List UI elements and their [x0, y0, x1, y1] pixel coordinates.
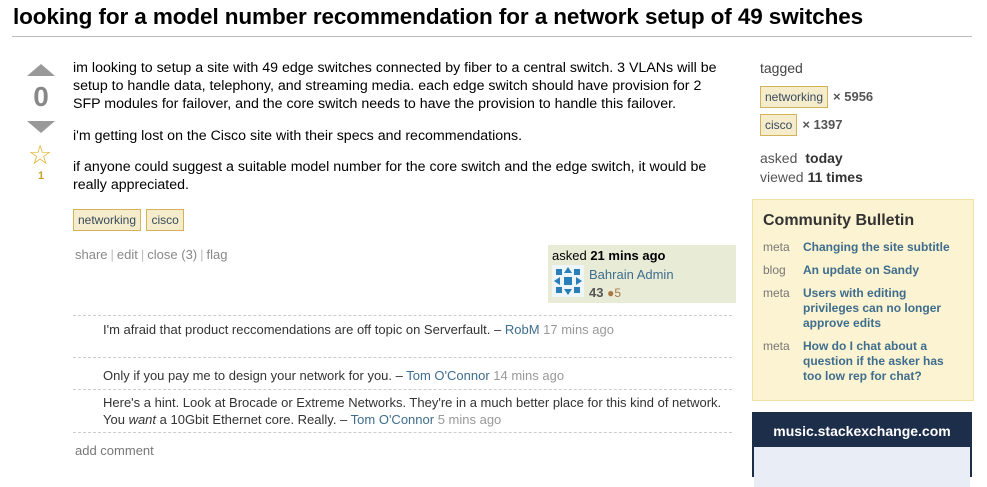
stat-viewed: viewed 11 times — [760, 169, 863, 185]
edit-link[interactable]: edit — [117, 247, 138, 262]
comment: I'm afraid that product reccomendations … — [103, 321, 733, 338]
vote-down-icon[interactable] — [27, 121, 55, 133]
stat-asked-value: today — [805, 150, 843, 166]
question-body-paragraph: im looking to setup a site with 49 edge … — [73, 60, 717, 112]
bulletin-item-link[interactable]: Users with editing privileges can no lon… — [803, 286, 963, 331]
post-tags: networking cisco — [73, 209, 185, 231]
tag-cisco[interactable]: cisco — [146, 209, 184, 231]
comment-text: Only if you pay me to design your networ… — [103, 368, 407, 383]
comment-time: 14 mins ago — [489, 368, 565, 383]
comment-divider — [73, 432, 732, 433]
avatar[interactable] — [552, 265, 584, 297]
sidebar-tag-row: cisco × 1397 — [760, 114, 842, 136]
close-link[interactable]: close (3) — [147, 247, 197, 262]
share-link[interactable]: share — [75, 247, 108, 262]
site-ad[interactable]: music.stackexchange.com — [752, 412, 972, 487]
sidebar-tag-cisco[interactable]: cisco — [760, 114, 798, 136]
question-body-paragraph: i'm getting lost on the Cisco site with … — [73, 128, 523, 144]
tagged-label: tagged — [760, 60, 803, 76]
post-menu: share | edit | close (3) | flag — [75, 247, 228, 262]
vote-up-icon[interactable] — [27, 64, 55, 76]
bulletin-item-kind: meta — [763, 286, 790, 300]
comment: Here's a hint. Look at Brocade or Extrem… — [103, 394, 733, 428]
favorite-star-icon[interactable]: ☆ — [28, 142, 52, 169]
menu-separator: | — [110, 247, 114, 262]
question-body-paragraph: if anyone could suggest a suitable model… — [73, 159, 707, 193]
comment-text: a 10Gbit Ethernet core. Really. – — [156, 412, 351, 427]
stat-asked: asked today — [760, 150, 843, 166]
bulletin-item-link[interactable]: An update on Sandy — [803, 263, 963, 278]
tag-networking[interactable]: networking — [73, 209, 142, 231]
site-ad-title[interactable]: music.stackexchange.com — [752, 423, 972, 439]
comment-user-link[interactable]: RobM — [505, 322, 540, 337]
comment-divider — [73, 389, 732, 390]
tag-count: × 5956 — [833, 89, 874, 104]
bulletin-item-link[interactable]: Changing the site subtitle — [803, 240, 963, 255]
sidebar-tag-row: networking × 5956 — [760, 86, 873, 108]
bronze-badge-count: ●5 — [607, 286, 622, 300]
site-ad-panel — [754, 447, 970, 487]
comment-time: 17 mins ago — [539, 322, 614, 337]
comment: Only if you pay me to design your networ… — [103, 367, 733, 384]
tag-count: × 1397 — [802, 117, 843, 132]
bulletin-item-kind: meta — [763, 339, 790, 353]
add-comment-link[interactable]: add comment — [75, 443, 154, 458]
community-bulletin: Community Bulletin meta Changing the sit… — [752, 199, 974, 401]
comment-user-link[interactable]: Tom O'Connor — [406, 368, 489, 383]
bulletin-item-kind: meta — [763, 240, 790, 254]
asked-line: asked 21 mins ago — [552, 248, 665, 263]
favorite-count: 1 — [37, 170, 45, 182]
title-divider — [12, 36, 972, 37]
bulletin-item-kind: blog — [763, 263, 786, 277]
comment-text: I'm afraid that product reccomendations … — [103, 322, 505, 337]
asked-label: asked — [552, 248, 587, 263]
user-name-link[interactable]: Bahrain Admin — [589, 267, 674, 282]
comment-divider — [73, 315, 732, 316]
comment-divider — [73, 357, 732, 358]
bulletin-item-link[interactable]: How do I chat about a question if the as… — [803, 339, 963, 384]
vote-count: 0 — [33, 81, 49, 112]
reputation-score: 43 — [589, 285, 604, 300]
menu-separator: | — [140, 247, 145, 262]
stat-viewed-value: 11 times — [807, 169, 863, 185]
question-title[interactable]: looking for a model number recommendatio… — [13, 4, 863, 30]
comment-time: 5 mins ago — [434, 412, 502, 427]
stat-viewed-label: viewed — [760, 169, 804, 185]
stat-asked-label: asked — [760, 150, 798, 166]
bulletin-title: Community Bulletin — [763, 212, 915, 229]
menu-separator: | — [200, 247, 204, 262]
user-reputation: 43 ●5 — [589, 285, 621, 300]
comment-emphasis: want — [128, 412, 157, 427]
user-signature: asked 21 mins ago Bahrain Admin 43 ●5 — [548, 245, 736, 303]
flag-link[interactable]: flag — [207, 247, 228, 262]
asked-time: 21 mins ago — [590, 248, 666, 263]
sidebar-tag-networking[interactable]: networking — [760, 86, 829, 108]
comment-user-link[interactable]: Tom O'Connor — [351, 412, 434, 427]
